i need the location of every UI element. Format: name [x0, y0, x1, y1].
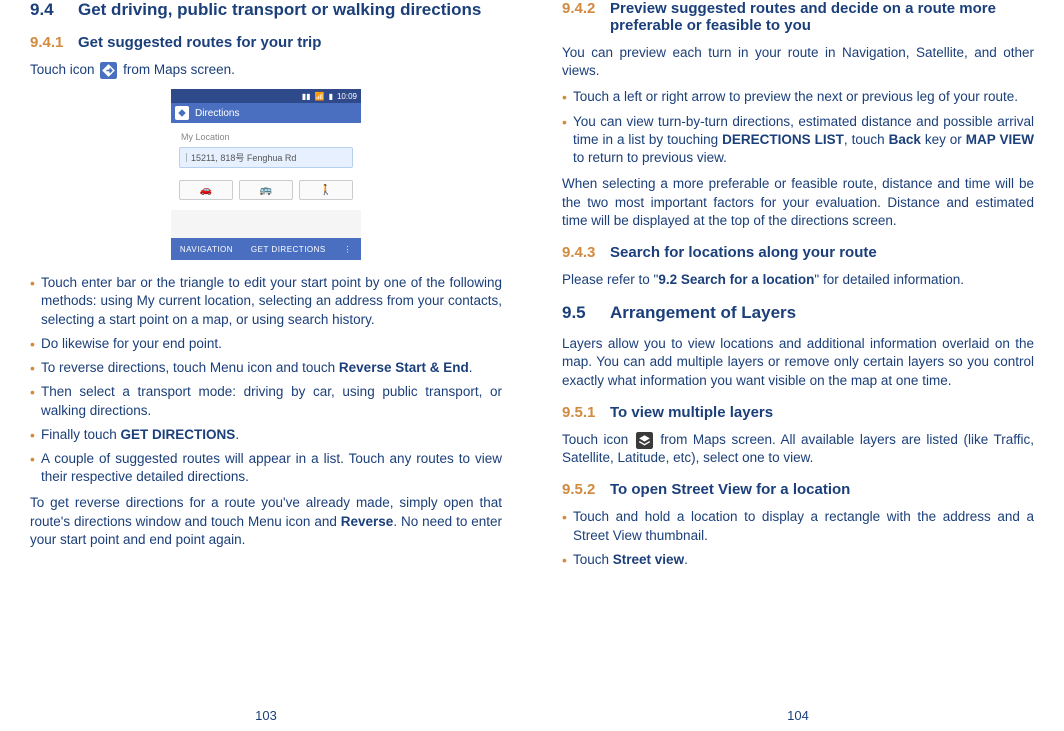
page-right: 9.4.2 Preview suggested routes and decid… [532, 0, 1064, 731]
layers-icon [636, 432, 653, 449]
list-item: Touch and hold a location to display a r… [562, 508, 1034, 544]
search-ref-paragraph: Please refer to "9.2 Search for a locati… [562, 271, 1034, 289]
heading-9-4: 9.4 Get driving, public transport or wal… [30, 0, 502, 20]
heading-9-5-1: 9.5.1 To view multiple layers [562, 404, 1034, 421]
preview-list: Touch a left or right arrow to preview t… [562, 88, 1034, 167]
navigation-button-label: NAVIGATION [180, 245, 233, 254]
section-number: 9.5 [562, 303, 610, 323]
overflow-icon: ⋮ [344, 245, 353, 254]
select-paragraph: When selecting a more preferable or feas… [562, 175, 1034, 230]
bottom-bar: NAVIGATION GET DIRECTIONS ⋮ [171, 238, 361, 260]
list-item: Then select a transport mode: driving by… [30, 383, 502, 419]
preview-paragraph: You can preview each turn in your route … [562, 44, 1034, 80]
heading-9-4-2: 9.4.2 Preview suggested routes and decid… [562, 0, 1034, 34]
subsection-title: Preview suggested routes and decide on a… [610, 0, 1034, 34]
list-item: To reverse directions, touch Menu icon a… [30, 359, 502, 377]
app-bar-title: Directions [195, 108, 239, 119]
start-point-field: My Location [179, 129, 353, 145]
end-point-field: ｜15211, 818号 Fenghua Rd [179, 147, 353, 168]
section-number: 9.4 [30, 0, 78, 20]
transport-modes: 🚗 🚌 🚶 [171, 174, 361, 210]
subsection-title: To view multiple layers [610, 404, 1034, 421]
car-mode-icon: 🚗 [179, 180, 233, 200]
app-bar: Directions [171, 103, 361, 123]
signal-icon: ▮▮ [302, 92, 311, 101]
heading-9-5: 9.5 Arrangement of Layers [562, 303, 1034, 323]
battery-icon: ▮ [329, 92, 333, 101]
directions-arrow-icon [100, 62, 117, 79]
list-item: Touch enter bar or the triangle to edit … [30, 274, 502, 329]
status-bar: ▮▮ 📶 ▮ 10:09 [171, 89, 361, 103]
subsection-title: To open Street View for a location [610, 481, 1034, 498]
map-area [171, 210, 361, 238]
heading-9-4-1: 9.4.1 Get suggested routes for your trip [30, 34, 502, 51]
page-left: 9.4 Get driving, public transport or wal… [0, 0, 532, 731]
subsection-number: 9.4.3 [562, 244, 610, 261]
directions-icon [175, 106, 189, 120]
subsection-number: 9.5.1 [562, 404, 610, 421]
section-title: Get driving, public transport or walking… [78, 0, 502, 20]
subsection-number: 9.4.1 [30, 34, 78, 51]
list-item: Touch Street view. [562, 551, 1034, 569]
list-item: Touch a left or right arrow to preview t… [562, 88, 1034, 106]
list-item: A couple of suggested routes will appear… [30, 450, 502, 486]
subsection-number: 9.5.2 [562, 481, 610, 498]
maps-directions-screenshot: ▮▮ 📶 ▮ 10:09 Directions My Location ｜152… [171, 89, 361, 260]
subsection-title: Search for locations along your route [610, 244, 1034, 261]
touch-icon-instruction: Touch icon from Maps screen. [30, 61, 502, 79]
get-directions-button-label: GET DIRECTIONS [251, 245, 326, 254]
bus-mode-icon: 🚌 [239, 180, 293, 200]
layers-icon-instruction: Touch icon from Maps screen. All availab… [562, 431, 1034, 467]
layers-paragraph: Layers allow you to view locations and a… [562, 335, 1034, 390]
list-item: You can view turn-by-turn directions, es… [562, 113, 1034, 168]
list-item: Finally touch GET DIRECTIONS. [30, 426, 502, 444]
wifi-icon: 📶 [315, 92, 325, 101]
reverse-note: To get reverse directions for a route yo… [30, 494, 502, 549]
instructions-list: Touch enter bar or the triangle to edit … [30, 274, 502, 486]
street-view-list: Touch and hold a location to display a r… [562, 508, 1034, 569]
status-time: 10:09 [337, 92, 357, 101]
subsection-number: 9.4.2 [562, 0, 610, 17]
subsection-title: Get suggested routes for your trip [78, 34, 502, 51]
page-number: 103 [255, 708, 277, 723]
heading-9-4-3: 9.4.3 Search for locations along your ro… [562, 244, 1034, 261]
heading-9-5-2: 9.5.2 To open Street View for a location [562, 481, 1034, 498]
list-item: Do likewise for your end point. [30, 335, 502, 353]
walk-mode-icon: 🚶 [299, 180, 353, 200]
section-title: Arrangement of Layers [610, 303, 1034, 323]
page-number: 104 [787, 708, 809, 723]
route-inputs: My Location ｜15211, 818号 Fenghua Rd [171, 123, 361, 174]
